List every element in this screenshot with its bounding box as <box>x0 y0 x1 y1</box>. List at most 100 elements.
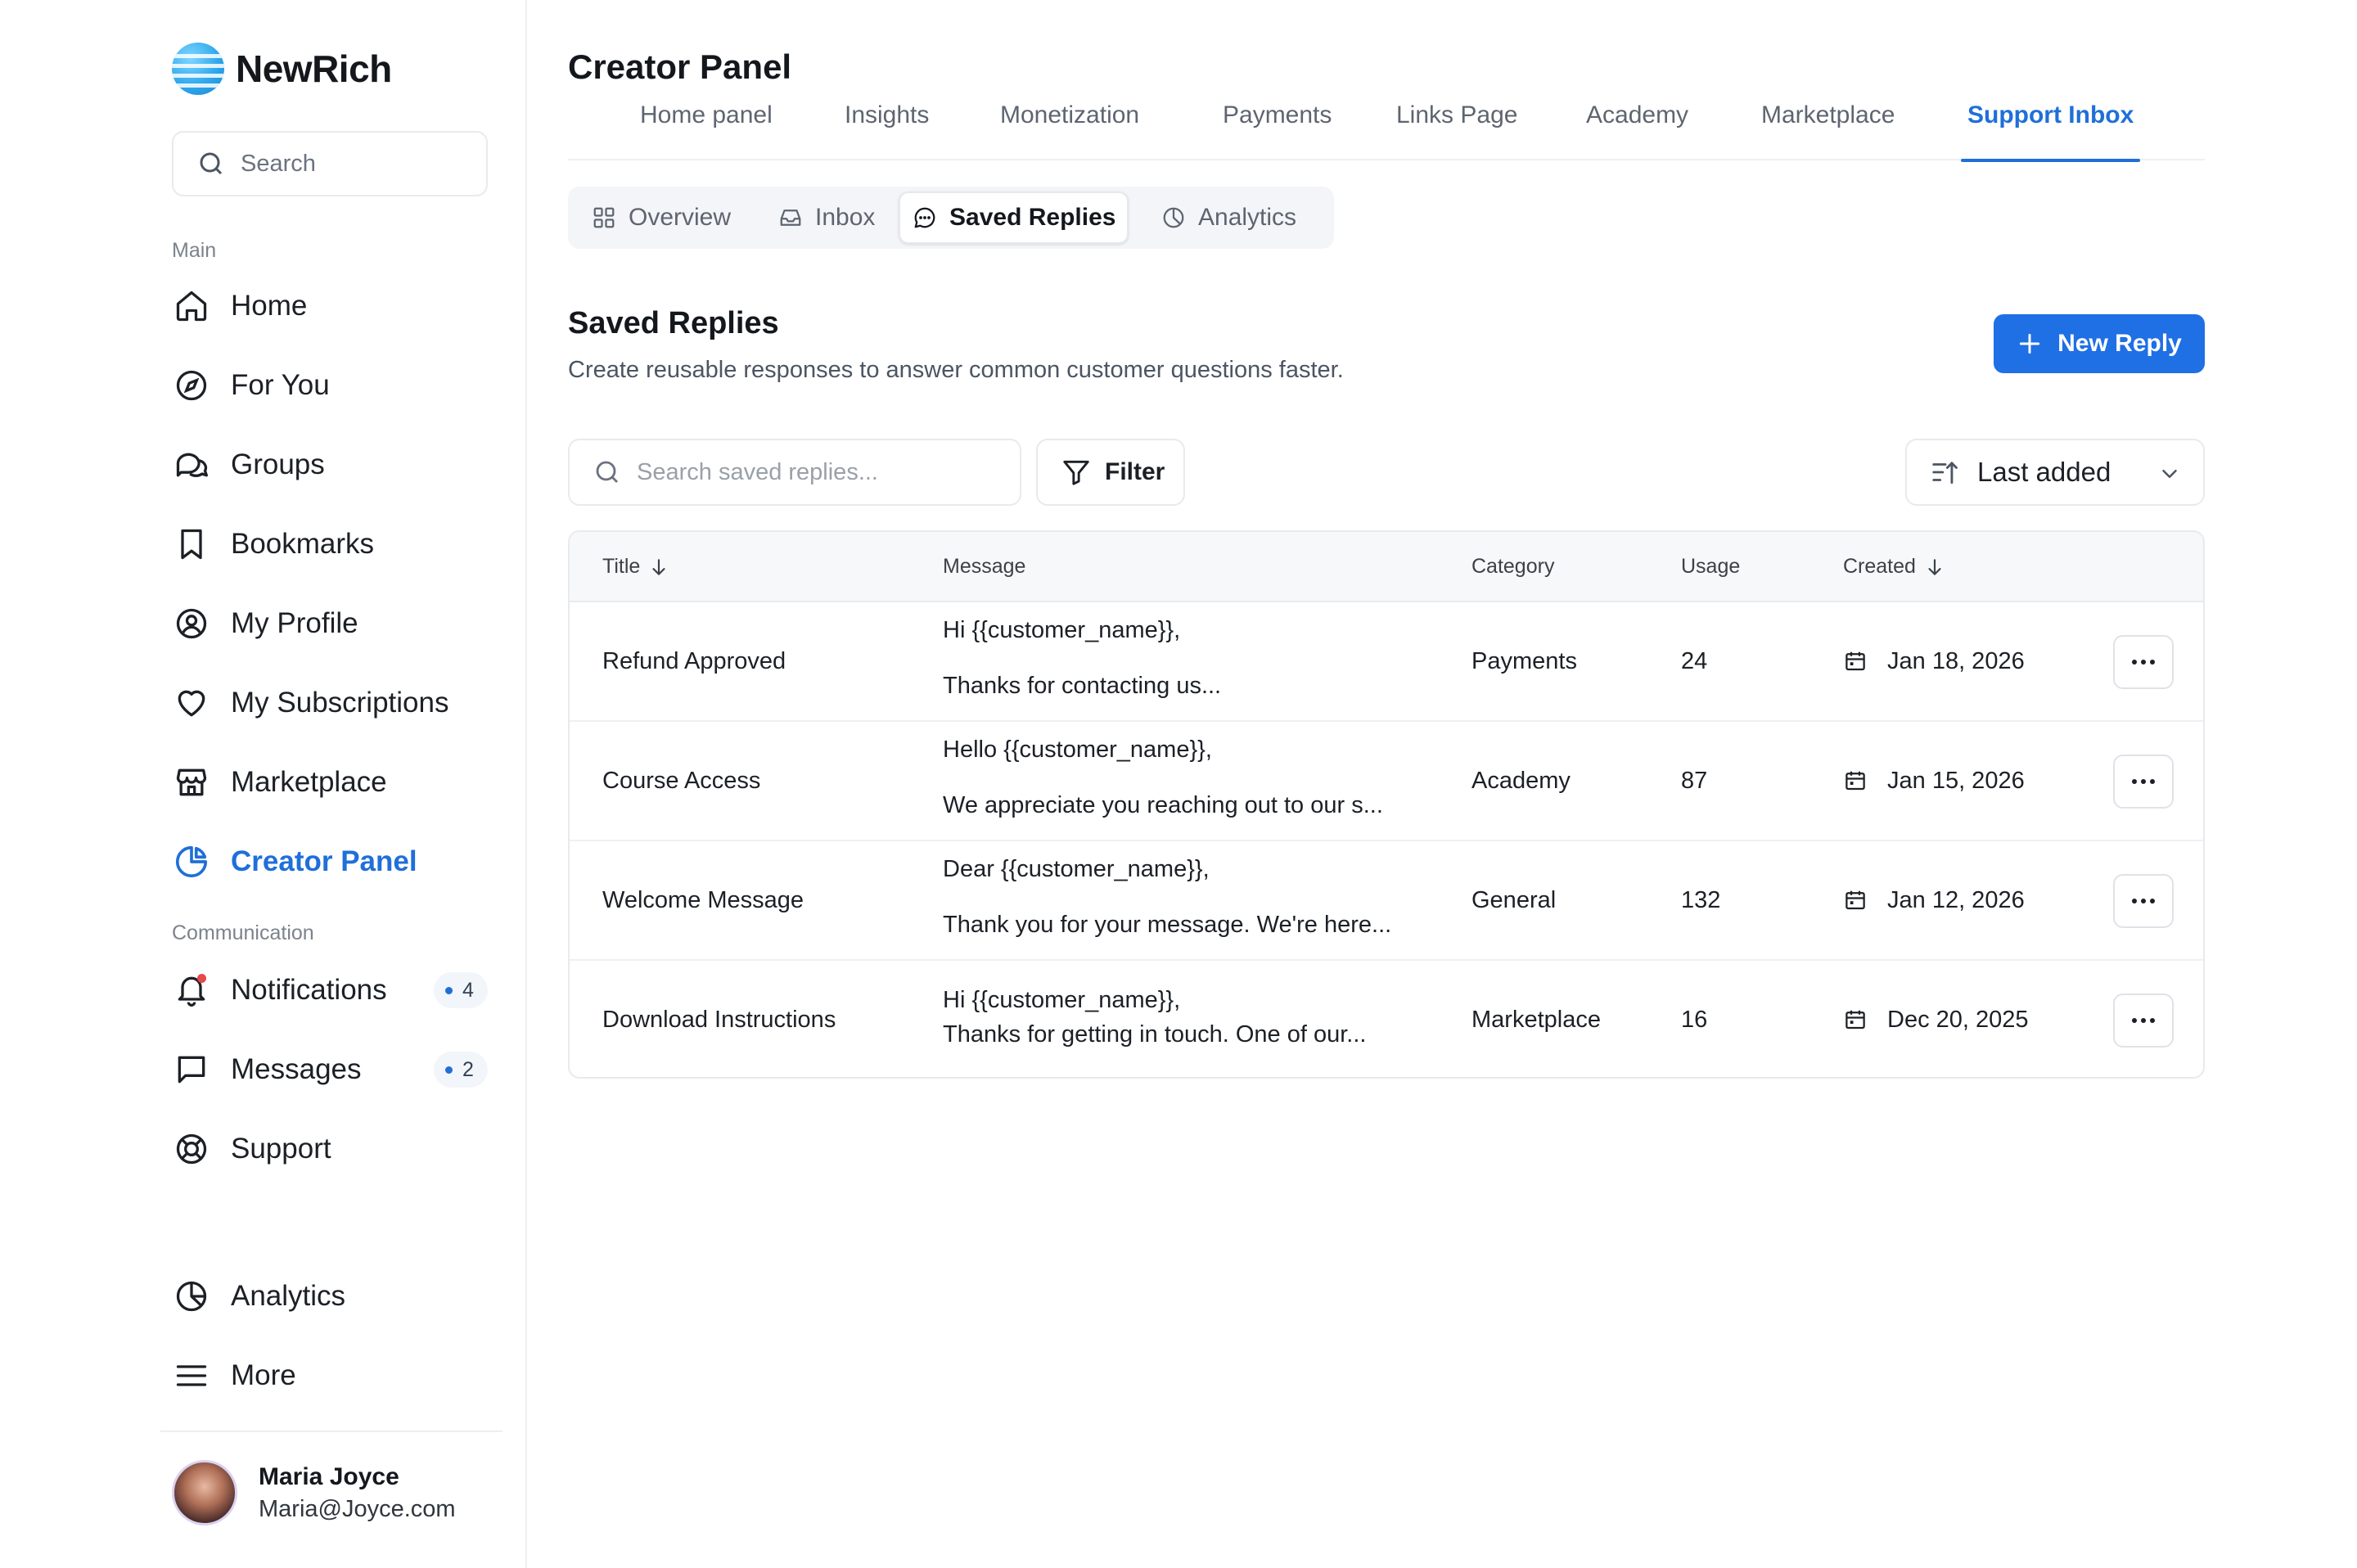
pie-chart-icon <box>172 1277 211 1316</box>
table-header: Title Message Category Usage Created <box>570 532 2203 602</box>
reply-created: Jan 12, 2026 <box>1843 841 2025 959</box>
section-title: Saved Replies <box>568 306 779 340</box>
home-icon <box>172 286 211 326</box>
table-row[interactable]: Refund Approved Hi {{customer_name}}, Th… <box>570 602 2203 722</box>
sidebar-item-label: My Profile <box>231 607 358 639</box>
new-reply-button[interactable]: New Reply <box>1994 314 2205 373</box>
row-actions-button[interactable] <box>2113 755 2174 809</box>
table-row[interactable]: Welcome Message Dear {{customer_name}}, … <box>570 841 2203 961</box>
reply-category: Payments <box>1471 647 1577 674</box>
app-name: NewRich <box>236 47 392 90</box>
table-row[interactable]: Course Access Hello {{customer_name}}, W… <box>570 722 2203 841</box>
reply-message-line2: Thanks for contacting us... <box>943 673 1222 699</box>
bell-icon <box>172 971 211 1010</box>
tab-support-inbox[interactable]: Support Inbox <box>1960 95 2141 162</box>
store-icon <box>172 763 211 802</box>
sidebar-item-label: Messages <box>231 1053 362 1085</box>
sidebar-item-messages[interactable]: Messages 2 <box>172 1045 491 1094</box>
section-label-communication: Communication <box>172 921 314 944</box>
calendar-icon <box>1845 1010 1865 1030</box>
tab-academy[interactable]: Academy <box>1586 95 1688 160</box>
column-header-created[interactable]: Created <box>1843 555 1945 579</box>
saved-replies-table: Title Message Category Usage Created Ref… <box>568 530 2205 1079</box>
user-profile-card[interactable]: Maria Joyce Maria@Joyce.com <box>172 1460 456 1525</box>
row-actions-button[interactable] <box>2113 994 2174 1048</box>
avatar <box>172 1460 237 1525</box>
more-horizontal-icon <box>2132 1018 2155 1023</box>
primary-tabs: Home panel Insights Monetization Payment… <box>568 95 2205 162</box>
sidebar-item-analytics[interactable]: Analytics <box>172 1272 491 1321</box>
sidebar: NewRich Search Main Home For You Groups … <box>0 0 527 1568</box>
sidebar-item-home[interactable]: Home <box>172 282 491 331</box>
tab-payments[interactable]: Payments <box>1223 95 1332 160</box>
user-circle-icon <box>172 604 211 643</box>
reply-message-line2: Thank you for your message. We're here..… <box>943 912 1392 938</box>
table-row[interactable]: Download Instructions Hi {{customer_name… <box>570 961 2203 1077</box>
more-horizontal-icon <box>2132 660 2155 665</box>
subtab-overview[interactable]: Overview <box>579 191 742 244</box>
tab-links-page[interactable]: Links Page <box>1396 95 1517 160</box>
sidebar-item-label: Analytics <box>231 1280 346 1312</box>
subtab-group: Overview Inbox Saved Replies Analytics <box>568 187 1334 249</box>
logo-icon <box>172 43 224 95</box>
sidebar-item-bookmarks[interactable]: Bookmarks <box>172 520 491 569</box>
sidebar-item-label: Notifications <box>231 974 387 1006</box>
app-logo[interactable]: NewRich <box>172 43 392 95</box>
notification-count-badge: 4 <box>434 972 488 1008</box>
sort-icon <box>1932 461 1958 484</box>
sidebar-search-input[interactable]: Search <box>172 131 488 196</box>
sidebar-item-for-you[interactable]: For You <box>172 361 491 410</box>
sidebar-search-placeholder: Search <box>241 150 316 177</box>
reply-usage: 16 <box>1681 1006 1708 1033</box>
more-horizontal-icon <box>2132 779 2155 784</box>
subtab-analytics[interactable]: Analytics <box>1149 191 1308 244</box>
row-actions-button[interactable] <box>2113 874 2174 928</box>
pie-chart-icon <box>1160 205 1187 231</box>
filter-icon <box>1063 460 1089 485</box>
sort-dropdown[interactable]: Last added <box>1905 439 2205 506</box>
tab-home-panel[interactable]: Home panel <box>640 95 773 160</box>
filter-button[interactable]: Filter <box>1036 439 1185 506</box>
search-icon <box>200 152 223 175</box>
reply-usage: 24 <box>1681 647 1708 674</box>
sidebar-item-label: Creator Panel <box>231 845 417 877</box>
subtab-label: Analytics <box>1198 204 1297 231</box>
user-name: Maria Joyce <box>259 1462 399 1490</box>
message-count-badge: 2 <box>434 1052 488 1088</box>
reply-created: Dec 20, 2025 <box>1843 961 2029 1077</box>
row-actions-button[interactable] <box>2113 635 2174 689</box>
compass-icon <box>172 366 211 405</box>
tab-monetization[interactable]: Monetization <box>1000 95 1139 160</box>
search-icon <box>596 461 619 484</box>
tab-insights[interactable]: Insights <box>845 95 929 160</box>
subtab-inbox[interactable]: Inbox <box>766 191 886 244</box>
sidebar-item-notifications[interactable]: Notifications 4 <box>172 966 491 1015</box>
sidebar-item-my-subscriptions[interactable]: My Subscriptions <box>172 678 491 728</box>
sidebar-item-more[interactable]: More <box>172 1351 491 1400</box>
reply-title: Refund Approved <box>602 647 786 674</box>
arrow-down-icon <box>652 558 665 575</box>
search-placeholder: Search saved replies... <box>637 458 878 485</box>
sidebar-item-support[interactable]: Support <box>172 1124 491 1174</box>
subtab-saved-replies[interactable]: Saved Replies <box>899 191 1129 244</box>
sidebar-item-groups[interactable]: Groups <box>172 440 491 489</box>
pie-chart-icon <box>172 842 211 881</box>
sidebar-item-my-profile[interactable]: My Profile <box>172 599 491 648</box>
arrow-down-icon <box>1928 558 1941 575</box>
sidebar-item-creator-panel[interactable]: Creator Panel <box>172 837 491 886</box>
reply-message-line1: Dear {{customer_name}}, <box>943 856 1210 882</box>
reply-category: General <box>1471 886 1557 913</box>
sidebar-item-marketplace[interactable]: Marketplace <box>172 758 491 807</box>
reply-usage: 87 <box>1681 767 1708 794</box>
saved-replies-search-input[interactable]: Search saved replies... <box>568 439 1021 506</box>
tab-marketplace[interactable]: Marketplace <box>1761 95 1895 160</box>
sidebar-item-label: Bookmarks <box>231 528 375 560</box>
user-email: Maria@Joyce.com <box>259 1495 456 1522</box>
subtab-label: Inbox <box>815 204 876 231</box>
reply-message-line2: Thanks for getting in touch. One of our.… <box>943 1021 1367 1048</box>
chat-bubbles-icon <box>172 445 211 484</box>
reply-message-line1: Hello {{customer_name}}, <box>943 737 1212 763</box>
column-header-title[interactable]: Title <box>602 555 669 579</box>
sidebar-item-label: Home <box>231 290 308 322</box>
heart-icon <box>172 683 211 723</box>
